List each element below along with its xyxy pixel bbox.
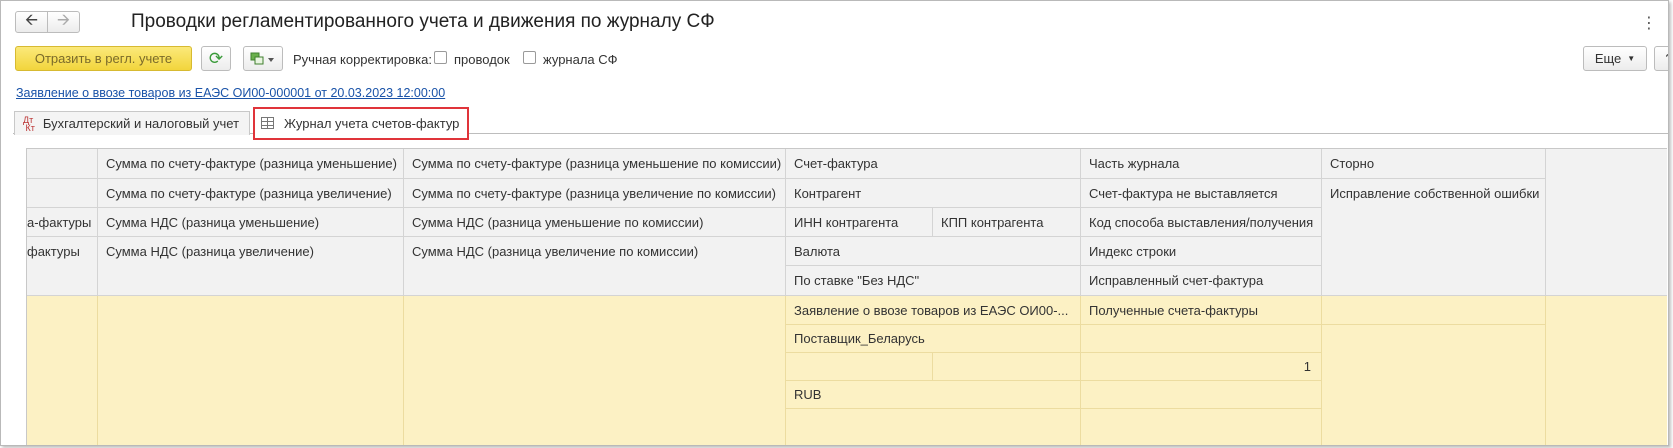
header-cell (27, 179, 98, 208)
table-cell-not-issued[interactable] (1081, 325, 1322, 353)
header-cell: фактуры (27, 237, 98, 296)
header-cell: Сумма по счету-фактуре (разница увеличен… (98, 179, 404, 208)
header-cell: Контрагент (786, 179, 1081, 208)
app-window: 🡨 🡪 Проводки регламентированного учета и… (0, 0, 1669, 446)
table-cell-inn[interactable] (786, 353, 933, 381)
table-cell-invoice[interactable]: Заявление о ввозе товаров из ЕАЭС ОИ00-.… (786, 296, 1081, 325)
report-structure-icon (250, 52, 274, 64)
more-button[interactable]: Еще ▼ (1583, 46, 1647, 71)
header-cell: Код способа выставления/получения (1081, 208, 1322, 237)
header-cell: Сумма по счету-фактуре (разница уменьшен… (98, 149, 404, 179)
header-cell: Сумма НДС (разница увеличение по комисси… (404, 237, 786, 296)
window-title: Проводки регламентированного учета и дви… (131, 11, 715, 32)
header-cell: Индекс строки (1081, 237, 1322, 266)
table-cell-kpp[interactable] (933, 353, 1081, 381)
header-cell: Счет-фактура (786, 149, 1081, 179)
header-cell: а-фактуры (27, 208, 98, 237)
help-button[interactable]: ? (1654, 46, 1668, 71)
header-cell: КПП контрагента (933, 208, 1081, 237)
report-structure-button[interactable] (243, 46, 283, 71)
header-cell: Сторно (1322, 149, 1546, 179)
table-cell-currency[interactable]: RUB (786, 381, 1081, 409)
header-cell: Валюта (786, 237, 1081, 266)
table-cell-counterparty[interactable]: Поставщик_Беларусь (786, 325, 1081, 353)
table-cell-own-error[interactable] (1322, 325, 1546, 445)
header-cell: Сумма НДС (разница уменьшение по комисси… (404, 208, 786, 237)
header-cell: Исправление собственной ошибки (1322, 179, 1546, 296)
table-cell[interactable] (27, 296, 98, 445)
journal-checkbox[interactable] (523, 51, 536, 64)
forward-button[interactable]: 🡪 (47, 11, 80, 33)
tab-highlight-frame (253, 107, 469, 140)
refresh-button[interactable]: ⟳ (201, 46, 231, 71)
header-cell: Счет-фактура не выставляется (1081, 179, 1322, 208)
chevron-down-icon: ▼ (1627, 54, 1636, 63)
table-cell-storno[interactable] (1322, 296, 1546, 325)
dt-kt-icon: Дт Кт (23, 114, 35, 133)
arrow-left-icon: 🡨 (25, 11, 38, 29)
postings-checkbox-label[interactable]: проводок (454, 52, 510, 67)
table-cell-corrected[interactable] (1081, 409, 1322, 445)
vertical-ellipsis-icon[interactable]: ⋮ (1641, 13, 1657, 33)
header-cell: Сумма НДС (разница увеличение) (98, 237, 404, 296)
tab-accounting[interactable]: Дт Кт Бухгалтерский и налоговый учет (14, 111, 250, 135)
table-cell[interactable] (404, 296, 786, 445)
table-cell-index[interactable] (1081, 381, 1322, 409)
invoice-journal-table[interactable]: а-фактуры фактуры Сумма по счету-фактуре… (26, 148, 1667, 445)
header-cell: ИНН контрагента (786, 208, 933, 237)
header-cell: Сумма по счету-фактуре (разница увеличен… (404, 179, 786, 208)
postings-checkbox[interactable] (434, 51, 447, 64)
manual-correction-label: Ручная корректировка: (293, 52, 432, 67)
header-cell: Часть журнала (1081, 149, 1322, 179)
refresh-icon: ⟳ (208, 48, 224, 68)
tab-accounting-label: Бухгалтерский и налоговый учет (42, 116, 240, 131)
document-link[interactable]: Заявление о ввозе товаров из ЕАЭС ОИ00-0… (16, 86, 445, 100)
table-cell-journal-part[interactable]: Полученные счета-фактуры (1081, 296, 1322, 325)
header-cell: Сумма по счету-фактуре (разница уменьшен… (404, 149, 786, 179)
back-button[interactable]: 🡨 (15, 11, 48, 33)
table-cell-rate[interactable] (786, 409, 1081, 445)
header-cell (27, 149, 98, 179)
journal-checkbox-label[interactable]: журнала СФ (543, 52, 618, 67)
post-to-accounting-button[interactable]: Отразить в регл. учете (15, 46, 192, 71)
more-button-label: Еще (1594, 51, 1622, 66)
header-cell: Исправленный счет-фактура (1081, 266, 1322, 296)
header-cell: Сумма НДС (разница уменьшение) (98, 208, 404, 237)
header-cell: По ставке "Без НДС" (786, 266, 1081, 296)
table-cell-filler (1546, 296, 1667, 445)
table-cell[interactable] (98, 296, 404, 445)
arrow-right-icon: 🡪 (57, 11, 70, 29)
header-filler (1546, 149, 1667, 296)
table-cell-row-index[interactable]: 1 (1081, 353, 1322, 381)
